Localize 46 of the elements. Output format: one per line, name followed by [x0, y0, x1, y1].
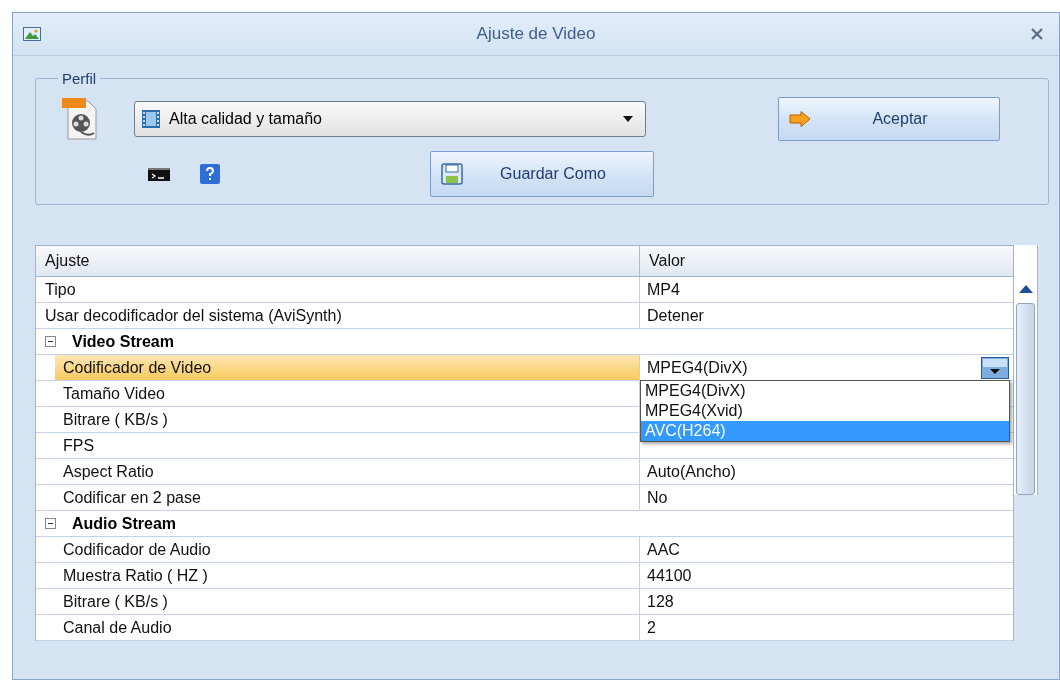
column-header[interactable]: Ajuste	[36, 246, 640, 276]
group-name: Video Stream	[72, 332, 174, 351]
group-label: Perfil	[61, 70, 98, 87]
preset-dropdown[interactable]: Alta calidad y tamaño	[134, 101, 646, 137]
property-value[interactable]: 2	[647, 618, 656, 637]
collapse-icon[interactable]	[45, 518, 56, 529]
property-name[interactable]: Tipo	[37, 277, 639, 302]
collapse-icon[interactable]	[45, 336, 56, 347]
caret-icon	[623, 116, 633, 122]
picture-icon	[23, 27, 41, 41]
dropdown-option[interactable]: MPEG4(DivX)	[641, 381, 1009, 401]
property-name[interactable]: Aspect Ratio	[55, 459, 639, 484]
scroll-up-icon[interactable]	[1018, 285, 1033, 293]
property-name[interactable]: Bitrare ( KB/s )	[55, 589, 639, 614]
property-name[interactable]: Codificador de Audio	[55, 537, 639, 562]
save-as-button[interactable]: Guardar Como	[430, 151, 654, 197]
property-name[interactable]: Usar decodificador del sistema (AviSynth)	[37, 303, 639, 328]
dropdown-caret-icon[interactable]	[981, 357, 1009, 379]
property-value[interactable]: Detener	[647, 306, 704, 325]
group-name: Audio Stream	[72, 514, 176, 533]
property-value[interactable]: MPEG4(DivX)	[647, 358, 748, 377]
property-name[interactable]: Muestra Ratio ( HZ )	[55, 563, 639, 588]
column-header[interactable]: Valor	[640, 246, 1013, 276]
property-name[interactable]: Canal de Audio	[55, 615, 639, 640]
console-icon[interactable]	[148, 167, 170, 181]
arrow-icon	[789, 111, 811, 127]
scrollbar[interactable]	[1014, 245, 1038, 495]
property-name[interactable]: Tamaño Video	[55, 381, 639, 406]
property-value[interactable]: AAC	[647, 540, 680, 559]
property-value[interactable]: 128	[647, 592, 674, 611]
property-name[interactable]: FPS	[55, 433, 639, 458]
film-icon	[141, 109, 161, 129]
window-title: Ajuste de Video	[475, 24, 597, 44]
close-icon[interactable]	[1031, 28, 1043, 40]
scroll-thumb[interactable]	[1016, 303, 1035, 495]
property-value[interactable]: 44100	[647, 566, 692, 585]
property-name[interactable]: Codificar en 2 pase	[55, 485, 639, 510]
property-value[interactable]: MP4	[647, 280, 680, 299]
property-name[interactable]: Codificador de Video	[55, 355, 639, 380]
property-value[interactable]: No	[647, 488, 668, 507]
dropdown-option[interactable]: MPEG4(Xvid)	[641, 401, 1009, 421]
property-name[interactable]: Bitrare ( KB/s )	[55, 407, 639, 432]
property-value[interactable]: Auto(Ancho)	[647, 462, 736, 481]
video-file-icon	[60, 97, 100, 141]
accept-button[interactable]: Aceptar	[778, 97, 1000, 141]
help-icon[interactable]	[200, 164, 220, 184]
